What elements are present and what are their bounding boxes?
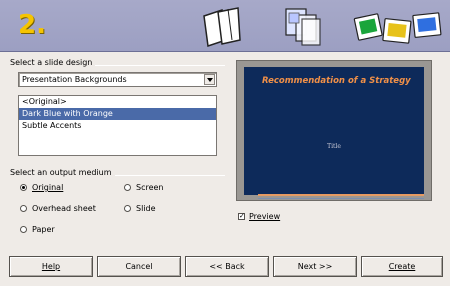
slide-accent-line-thin (258, 198, 424, 199)
radio-original[interactable]: Original (20, 183, 63, 192)
chevron-down-icon[interactable] (204, 74, 215, 85)
next-button-label: Next >> (297, 262, 333, 271)
radio-dot-icon (20, 226, 27, 233)
cancel-button[interactable]: Cancel (97, 256, 181, 277)
slides-icon (353, 12, 442, 44)
slide-preview: Recommendation of a Strategy Title (244, 67, 424, 199)
radio-slide-label: Slide (136, 204, 156, 213)
step-number: 2. (18, 10, 46, 40)
radio-overhead-sheet[interactable]: Overhead sheet (20, 204, 96, 213)
radio-screen-label: Screen (136, 183, 164, 192)
help-button-label: Help (41, 262, 61, 271)
radio-screen[interactable]: Screen (124, 183, 164, 192)
preview-panel: Recommendation of a Strategy Title (236, 60, 432, 201)
design-listbox[interactable]: <Original> Dark Blue with Orange Subtle … (18, 95, 217, 156)
radio-original-label: Original (32, 183, 64, 192)
preview-checkbox-label: Preview (249, 212, 281, 221)
design-category-value: Presentation Backgrounds (22, 75, 127, 84)
create-button-label: Create (388, 262, 416, 271)
medium-group-title: Select an output medium (10, 168, 115, 177)
checkmark-icon: ✓ (238, 212, 245, 220)
list-item-original[interactable]: <Original> (19, 96, 216, 108)
help-button[interactable]: Help (9, 256, 93, 277)
radio-overhead-label: Overhead sheet (32, 204, 96, 213)
create-button[interactable]: Create (361, 256, 443, 277)
list-item-dark-blue-orange[interactable]: Dark Blue with Orange (19, 108, 216, 120)
radio-dot-icon (20, 205, 27, 212)
next-button[interactable]: Next >> (273, 256, 357, 277)
slide-accent-line (258, 194, 424, 196)
radio-dot-icon (124, 184, 131, 191)
radio-slide[interactable]: Slide (124, 204, 156, 213)
radio-paper[interactable]: Paper (20, 225, 55, 234)
preview-checkbox[interactable]: ✓ Preview (238, 212, 280, 221)
slide-title: Recommendation of a Strategy (262, 76, 411, 86)
back-button-label: << Back (209, 262, 245, 271)
design-group-title: Select a slide design (10, 58, 96, 67)
radio-dot-icon (20, 184, 27, 191)
list-item-subtle-accents[interactable]: Subtle Accents (19, 120, 216, 132)
slide-subtitle: Title (327, 143, 341, 150)
header-banner: 2. (0, 0, 450, 52)
design-category-select[interactable]: Presentation Backgrounds (18, 72, 217, 87)
layout-pages-icon (285, 8, 321, 46)
radio-paper-label: Paper (32, 225, 55, 234)
radio-dot-icon (124, 205, 131, 212)
cancel-button-label: Cancel (125, 262, 153, 271)
pages-stack-icon (203, 7, 241, 47)
back-button[interactable]: << Back (185, 256, 269, 277)
